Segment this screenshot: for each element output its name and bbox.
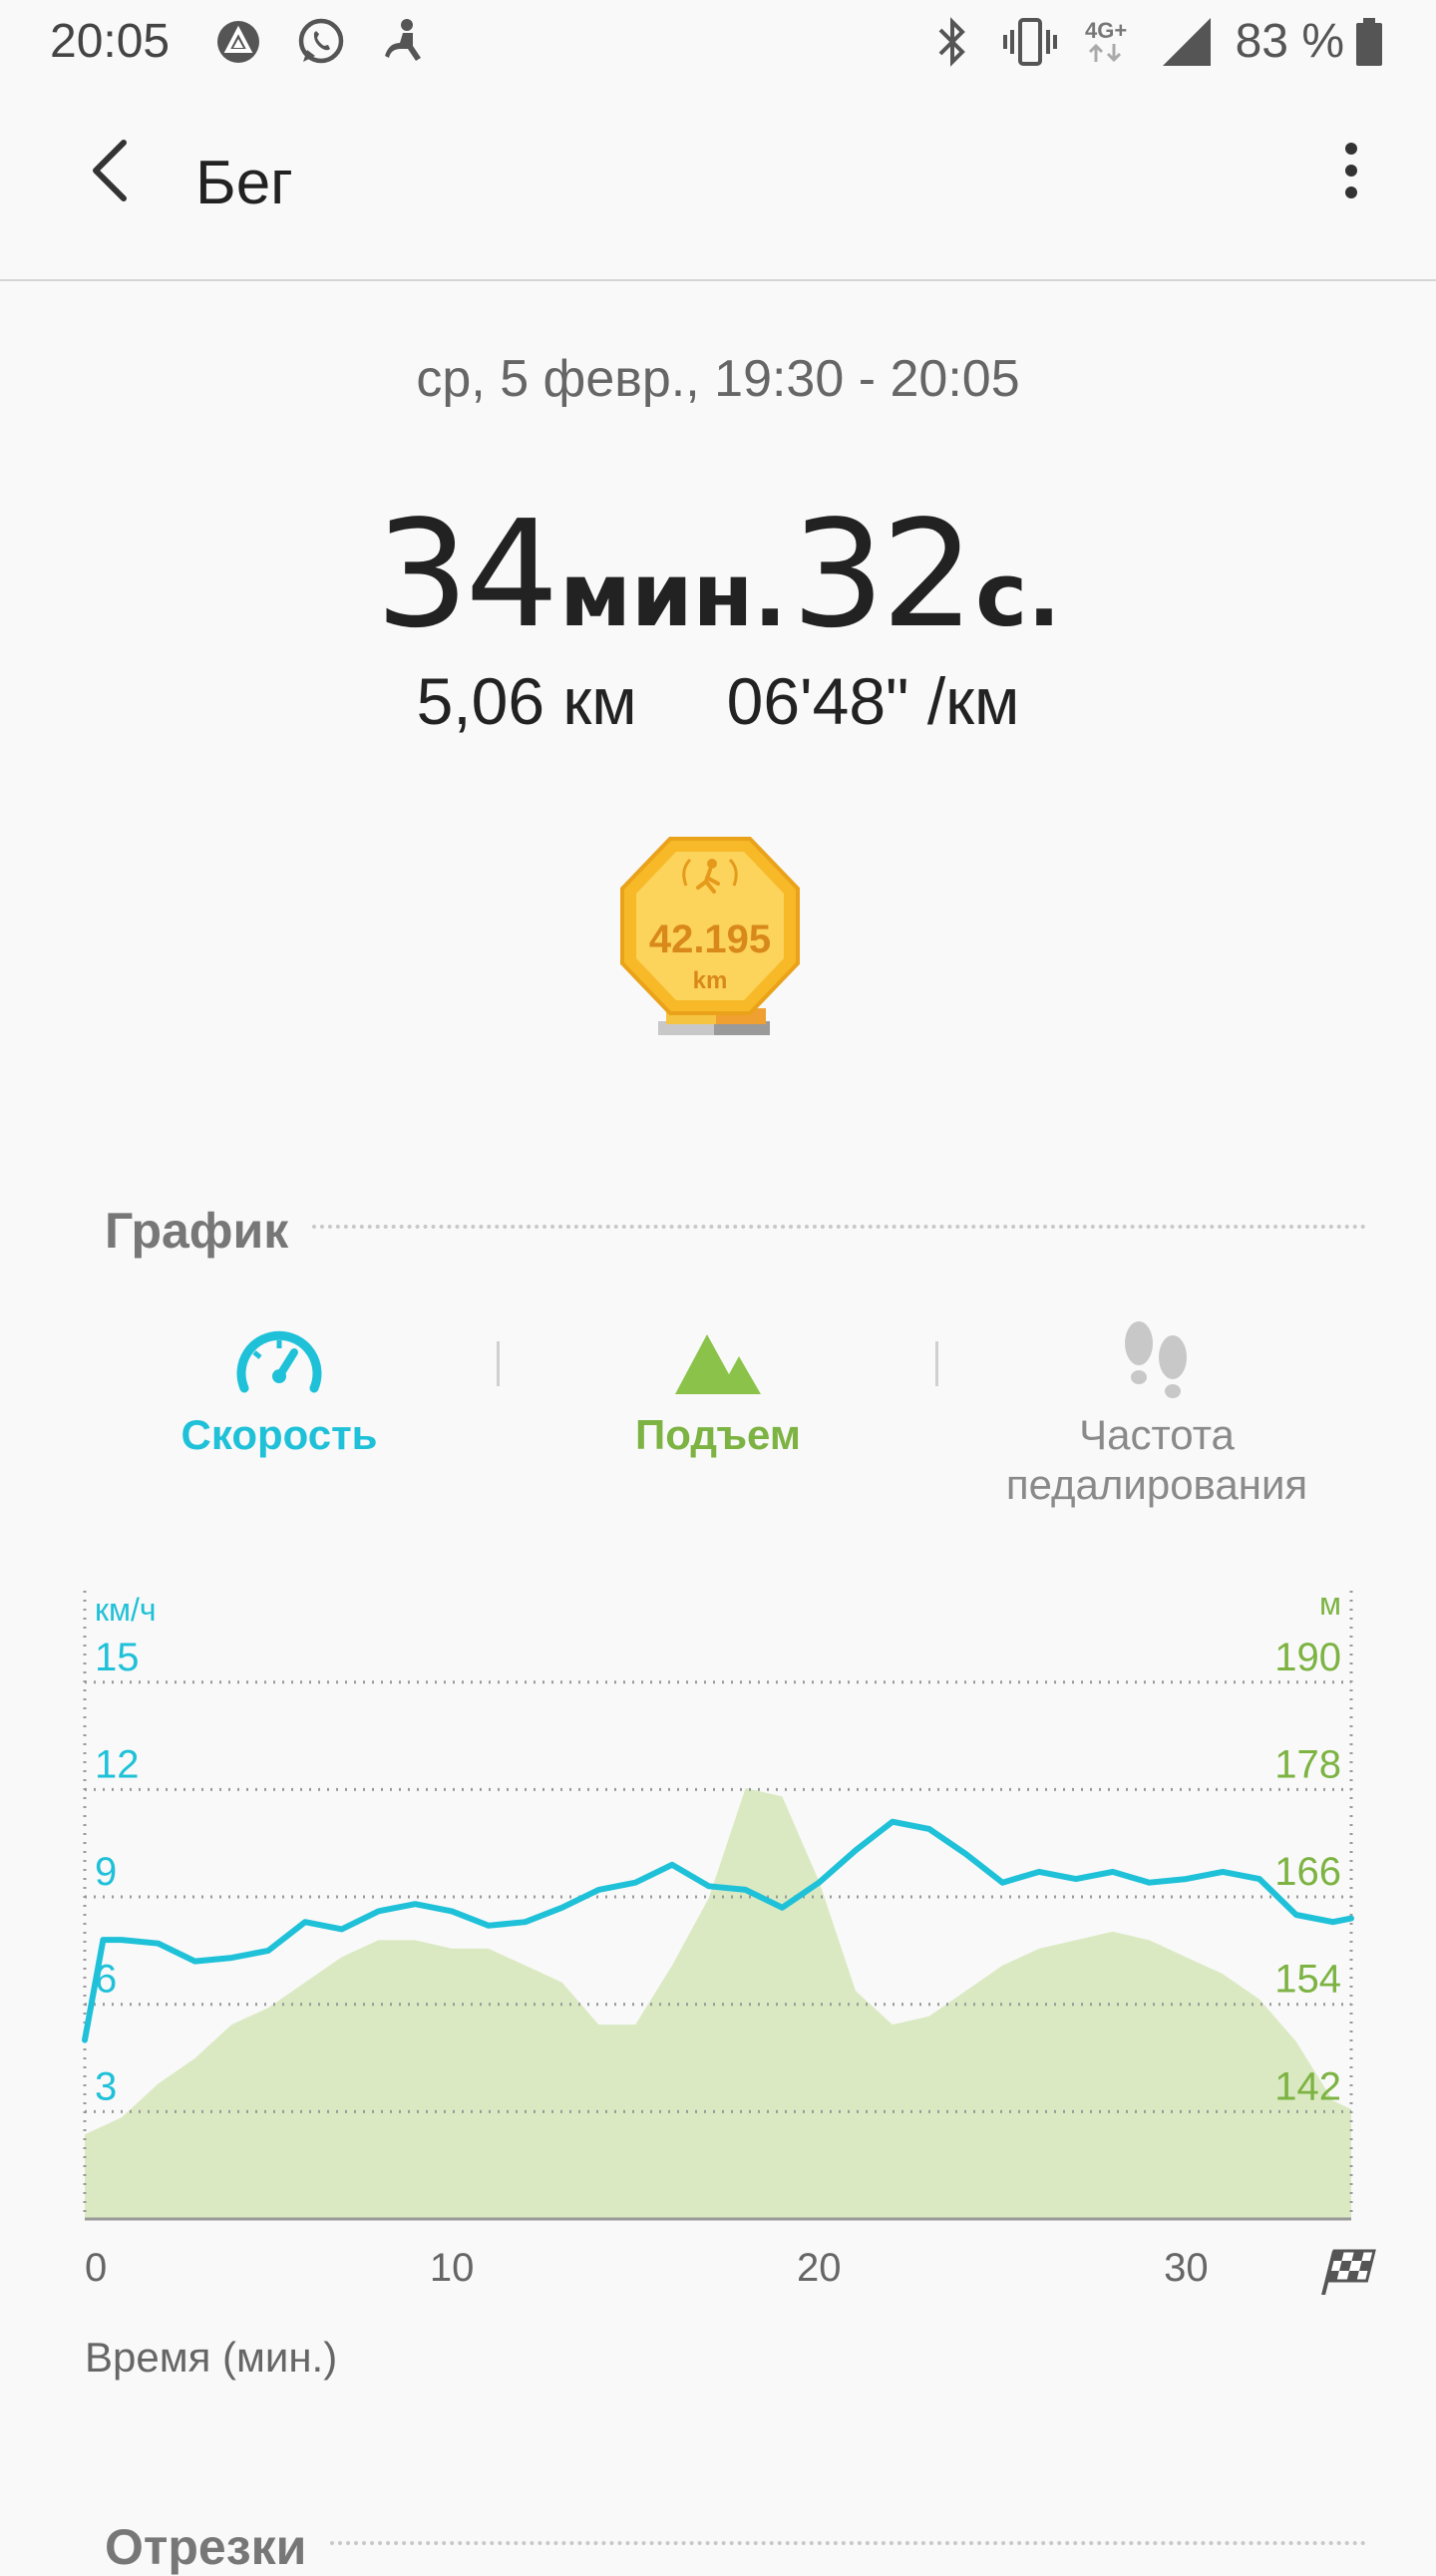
section-divider — [312, 1225, 1366, 1229]
battery-icon — [1354, 16, 1384, 68]
footprints-icon — [1125, 1321, 1187, 1398]
speedometer-icon — [236, 1330, 322, 1393]
marathon-badge[interactable]: 42.195 km — [610, 834, 810, 1053]
y-right-tick-label: 166 — [1274, 1850, 1341, 1894]
graph-tabs: Скорость Подъем Частота педалирования — [0, 1316, 1436, 1516]
segments-section-header: Отрезки — [105, 2518, 1366, 2576]
badge-unit: km — [692, 967, 728, 994]
network-label: 4G+ — [1085, 18, 1128, 43]
signal-icon — [1161, 16, 1213, 68]
x-tick-label: 10 — [430, 2246, 475, 2290]
workout-date-range: ср, 5 февр., 19:30 - 20:05 — [416, 350, 1020, 408]
network-4g-icon: 4G+ — [1085, 16, 1127, 68]
workout-duration: 34 мин. 32 с. — [0, 489, 1436, 660]
vibrate-icon — [1002, 16, 1058, 68]
x-tick-label: 0 — [85, 2246, 107, 2290]
status-bar: 20:05 4G+ 83 % — [0, 0, 1436, 86]
x-axis-title: Время (мин.) — [85, 2334, 338, 2381]
app-bar: Бег — [0, 86, 1436, 281]
y-left-tick-label: 9 — [95, 1850, 117, 1894]
tab-elevation[interactable]: Подъем — [538, 1316, 898, 1516]
mountain-icon — [675, 1334, 761, 1394]
y-left-unit-label: км/ч — [95, 1592, 157, 1628]
y-right-tick-label: 142 — [1274, 2064, 1341, 2108]
segments-section-title: Отрезки — [105, 2519, 307, 2575]
tab-speed[interactable]: Скорость — [100, 1316, 459, 1516]
tab-elevation-label: Подъем — [635, 1411, 801, 1458]
y-right-unit-label: м — [1319, 1591, 1341, 1622]
duration-seconds: 32 — [791, 489, 974, 660]
y-left-tick-label: 12 — [95, 1742, 140, 1786]
x-tick-label: 30 — [1164, 2246, 1209, 2290]
y-right-tick-label: 190 — [1274, 1636, 1341, 1679]
page-title: Бег — [195, 149, 293, 217]
duration-seconds-unit: с. — [975, 544, 1061, 646]
graph-section-header: График — [105, 1202, 1366, 1260]
graph-section-title: График — [105, 1203, 289, 1259]
y-right-tick-label: 154 — [1274, 1958, 1341, 2002]
y-left-tick-label: 15 — [95, 1636, 140, 1679]
duration-minutes: 34 — [375, 489, 558, 660]
x-tick-label: 20 — [797, 2246, 842, 2290]
bluetooth-icon — [932, 16, 972, 68]
badge-value: 42.195 — [648, 918, 772, 961]
more-vert-icon — [1345, 143, 1357, 198]
tab-cadence[interactable]: Частота педалирования — [977, 1316, 1336, 1516]
duration-minutes-unit: мин. — [559, 544, 787, 646]
back-arrow-icon — [93, 140, 127, 201]
tab-speed-label: Скорость — [180, 1411, 378, 1458]
back-button[interactable] — [70, 126, 150, 215]
y-right-tick-label: 178 — [1274, 1742, 1341, 1786]
app-notification-icon — [215, 16, 261, 68]
accessibility-icon — [383, 16, 429, 68]
workout-stats: 5,06 км 06'48" /км — [0, 663, 1436, 739]
tab-separator — [935, 1341, 938, 1386]
tab-separator — [497, 1341, 500, 1386]
finish-flag-icon — [1321, 2249, 1376, 2295]
tab-cadence-label: Частота педалирования — [1005, 1411, 1308, 1508]
whatsapp-icon — [295, 16, 347, 68]
speed-elevation-chart: 3 1426 1549 16612 17815 190км/ч м0 10 20 30 — [82, 1591, 1376, 2295]
pace-value: 06'48" /км — [726, 664, 1020, 738]
distance-value: 5,06 км — [416, 664, 637, 738]
section-divider — [330, 2541, 1366, 2545]
more-options-button[interactable] — [1316, 126, 1386, 215]
y-left-tick-label: 3 — [95, 2064, 117, 2108]
battery-percent: 83 % — [1235, 15, 1344, 68]
status-time: 20:05 — [50, 15, 171, 68]
